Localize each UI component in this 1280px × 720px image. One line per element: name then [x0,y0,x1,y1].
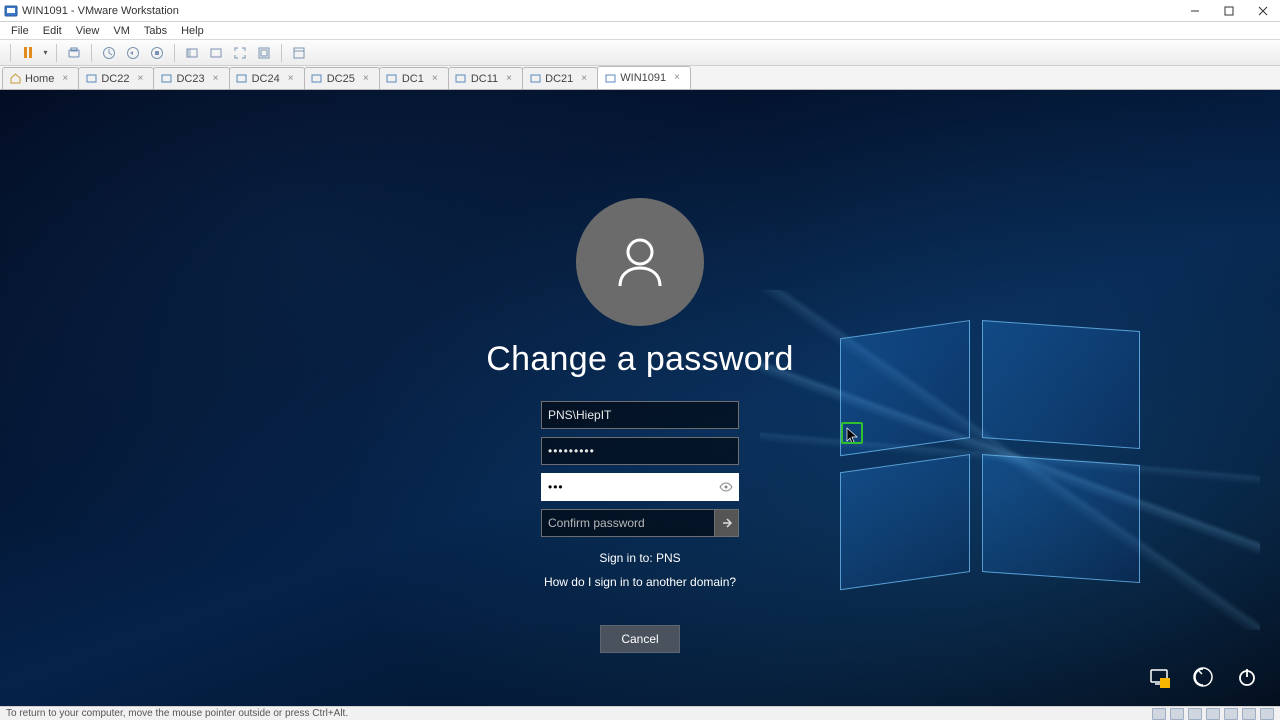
device-tray [1152,708,1274,720]
close-button[interactable] [1246,0,1280,21]
tab-label: DC25 [327,73,355,85]
confirm-password-input[interactable] [548,510,708,536]
tab-label: DC1 [402,73,424,85]
close-icon[interactable]: × [432,74,442,84]
window-title: WIN1091 - VMware Workstation [22,5,179,17]
tab-dc24[interactable]: DC24 × [229,67,305,89]
pause-button[interactable] [17,43,39,63]
tab-label: DC22 [101,73,129,85]
menubar: File Edit View VM Tabs Help [0,22,1280,40]
view-single-button[interactable] [205,43,227,63]
tab-label: WIN1091 [620,72,666,84]
network-icon[interactable] [1148,666,1170,688]
tab-dc1[interactable]: DC1 × [379,67,449,89]
menu-tabs[interactable]: Tabs [137,23,174,39]
menu-view[interactable]: View [69,23,107,39]
tab-label: DC21 [545,73,573,85]
page-title: Change a password [486,340,794,379]
vm-icon [604,72,616,84]
old-password-field[interactable] [541,437,739,465]
menu-file[interactable]: File [4,23,36,39]
tab-label: DC23 [176,73,204,85]
accessibility-power-row [1148,666,1258,688]
view-console-button[interactable] [181,43,203,63]
vm-icon [236,73,248,85]
tab-dc22[interactable]: DC22 × [78,67,154,89]
statusbar: To return to your computer, move the mou… [0,706,1280,720]
tab-dc23[interactable]: DC23 × [153,67,229,89]
close-icon[interactable]: × [363,74,373,84]
reveal-password-icon[interactable] [718,479,734,495]
library-button[interactable] [288,43,310,63]
user-avatar [576,198,704,326]
window-controls [1178,0,1280,21]
vm-icon [455,73,467,85]
vm-icon [529,73,541,85]
old-password-input[interactable] [548,438,732,464]
username-input[interactable] [548,402,732,428]
close-icon[interactable]: × [62,74,72,84]
ease-of-access-icon[interactable] [1192,666,1214,688]
change-password-panel: Change a password Sign in to: PNS How do… [490,198,790,653]
tray-device-icon[interactable] [1152,708,1166,720]
other-domain-link[interactable]: How do I sign in to another domain? [544,575,736,589]
fullscreen-button[interactable] [229,43,251,63]
warning-badge-icon [1160,678,1170,688]
tray-device-icon[interactable] [1224,708,1238,720]
close-icon[interactable]: × [506,74,516,84]
menu-help[interactable]: Help [174,23,211,39]
tab-dc21[interactable]: DC21 × [522,67,598,89]
tab-label: DC24 [252,73,280,85]
menu-edit[interactable]: Edit [36,23,69,39]
tab-win1091[interactable]: WIN1091 × [597,66,691,89]
vm-icon [386,73,398,85]
send-ctrl-alt-del-button[interactable] [63,43,85,63]
close-icon[interactable]: × [137,74,147,84]
new-password-input[interactable] [548,474,732,500]
toolbar: ▾ [0,40,1280,66]
tab-dc11[interactable]: DC11 × [448,67,523,89]
tray-device-icon[interactable] [1242,708,1256,720]
home-icon [9,73,21,85]
guest-viewport[interactable]: Change a password Sign in to: PNS How do… [0,90,1280,706]
tray-device-icon[interactable] [1260,708,1274,720]
tray-device-icon[interactable] [1206,708,1220,720]
confirm-password-field[interactable] [541,509,739,537]
menu-vm[interactable]: VM [106,23,137,39]
close-icon[interactable]: × [674,73,684,83]
tab-dc25[interactable]: DC25 × [304,67,380,89]
user-icon [608,230,672,294]
vm-icon [160,73,172,85]
tray-device-icon[interactable] [1170,708,1184,720]
app-icon [4,4,18,18]
close-icon[interactable]: × [288,74,298,84]
arrow-right-icon [720,516,734,530]
power-icon[interactable] [1236,666,1258,688]
status-hint: To return to your computer, move the mou… [6,708,348,719]
new-password-field[interactable] [541,473,739,501]
close-icon[interactable]: × [581,74,591,84]
close-icon[interactable]: × [213,74,223,84]
tab-home[interactable]: Home × [2,67,79,89]
tray-device-icon[interactable] [1188,708,1202,720]
submit-button[interactable] [714,510,738,536]
snapshot-manager-button[interactable] [146,43,168,63]
titlebar: WIN1091 - VMware Workstation [0,0,1280,22]
maximize-button[interactable] [1212,0,1246,21]
vm-icon [85,73,97,85]
snapshot-revert-button[interactable] [122,43,144,63]
tab-label: Home [25,73,54,85]
vm-icon [311,73,323,85]
cancel-button[interactable]: Cancel [600,625,680,653]
minimize-button[interactable] [1178,0,1212,21]
unity-button[interactable] [253,43,275,63]
power-dropdown[interactable]: ▾ [41,43,50,63]
username-field[interactable] [541,401,739,429]
snapshot-take-button[interactable] [98,43,120,63]
tabbar: Home × DC22 × DC23 × DC24 × DC25 × DC1 ×… [0,66,1280,90]
tab-label: DC11 [471,73,498,85]
signin-domain-label: Sign in to: PNS [599,551,680,565]
